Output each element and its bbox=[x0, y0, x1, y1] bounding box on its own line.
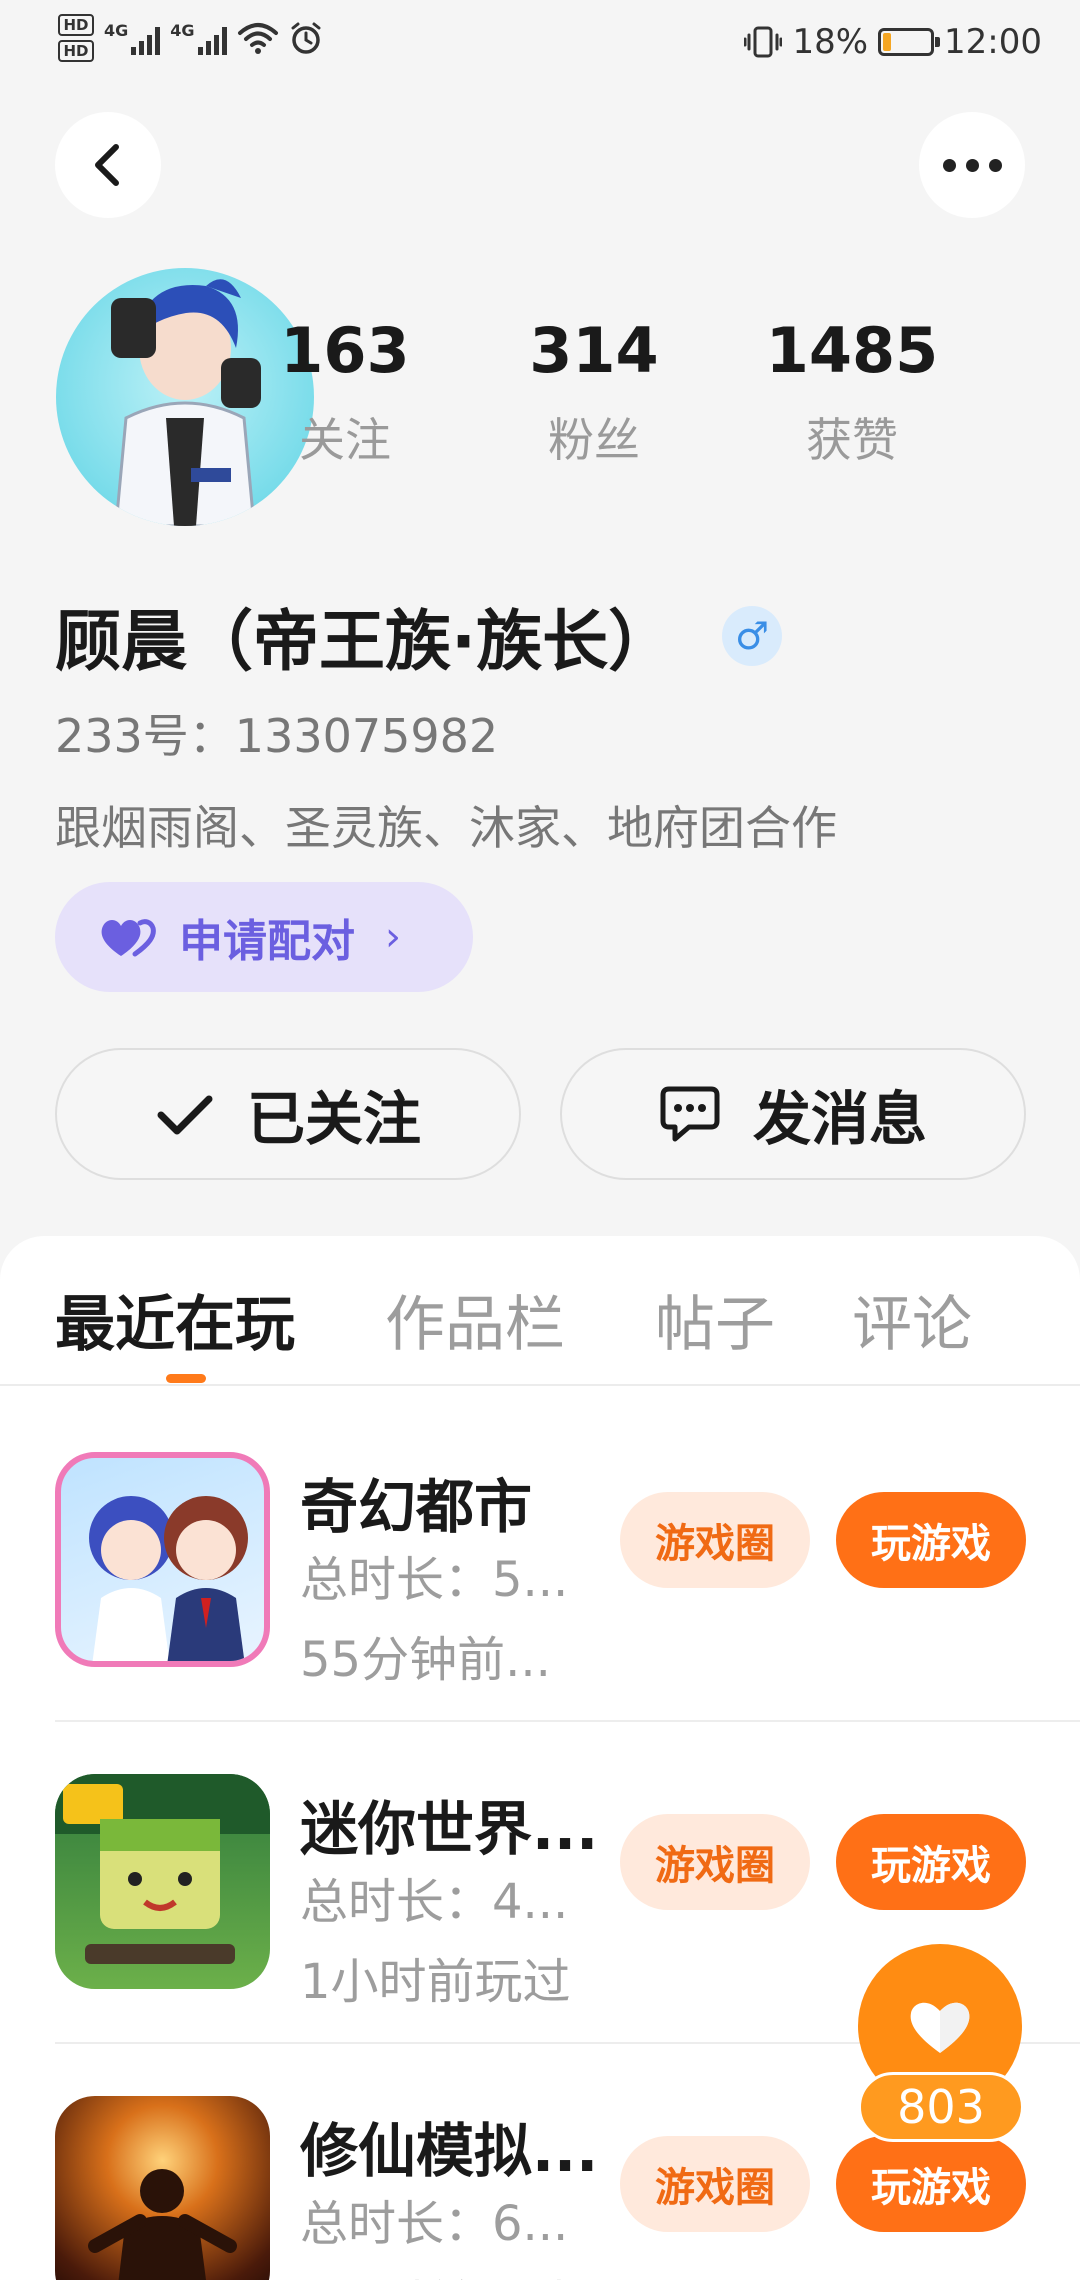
clock: 12:00 bbox=[944, 22, 1042, 62]
wifi-icon bbox=[237, 23, 278, 54]
status-right: 18% 12:00 bbox=[744, 22, 1042, 62]
profile-bio: 跟烟雨阁、圣灵族、沐家、地府团合作 bbox=[55, 801, 837, 855]
stat-likes[interactable]: 1485 获赞 bbox=[752, 320, 952, 470]
stat-likes-value: 1485 bbox=[765, 314, 939, 387]
floating-like-count: 803 bbox=[858, 2072, 1024, 2142]
heart-pair-icon bbox=[101, 919, 156, 957]
male-gender-icon: ♂ bbox=[722, 606, 783, 666]
chevron-left-icon bbox=[95, 144, 119, 186]
tab-divider bbox=[0, 1384, 1080, 1386]
stat-fans-value: 314 bbox=[529, 314, 659, 387]
hd-sim2: HD bbox=[58, 40, 94, 62]
play-game-button[interactable]: 玩游戏 bbox=[836, 1814, 1026, 1910]
tab-active-indicator bbox=[166, 1374, 206, 1383]
alarm-icon bbox=[291, 22, 321, 54]
game-row[interactable]: 奇幻都市 总时长：5... 55分钟前... 游戏圈 玩游戏 bbox=[0, 1422, 1080, 1744]
game-icon-mini-world[interactable] bbox=[55, 1774, 270, 1989]
status-bar: HD HD 4G 4G 18% 12:00 bbox=[0, 0, 1080, 92]
tab-works[interactable]: 作品栏 bbox=[385, 1276, 565, 1363]
apply-match-label: 申请配对 bbox=[179, 916, 355, 967]
signal-sim1-icon: 4G bbox=[104, 21, 161, 55]
stat-following[interactable]: 163 关注 bbox=[245, 320, 445, 470]
battery-level bbox=[883, 33, 892, 51]
vibrate-icon bbox=[744, 26, 783, 58]
game-title: 迷你世界... bbox=[300, 1795, 599, 1863]
chat-bubble-icon bbox=[660, 1086, 720, 1142]
followed-button[interactable]: 已关注 bbox=[55, 1048, 521, 1180]
sim1-network-label: 4G bbox=[104, 21, 129, 40]
name-row: 顾晨（帝王族·族长） ♂ bbox=[55, 588, 783, 684]
game-duration: 总时长：5... bbox=[300, 1552, 569, 1608]
back-button[interactable] bbox=[55, 112, 161, 218]
status-left: HD HD 4G 4G bbox=[58, 14, 323, 62]
play-game-button[interactable]: 玩游戏 bbox=[836, 1492, 1026, 1588]
stat-following-value: 163 bbox=[280, 314, 410, 387]
send-message-label: 发消息 bbox=[752, 1085, 927, 1153]
send-message-button[interactable]: 发消息 bbox=[560, 1048, 1026, 1180]
hd-indicators: HD HD bbox=[58, 14, 94, 62]
game-title: 修仙模拟... bbox=[300, 2117, 599, 2185]
more-dots-icon bbox=[942, 158, 1002, 172]
battery-icon bbox=[878, 28, 941, 56]
more-options-button[interactable] bbox=[919, 112, 1025, 218]
battery-percent: 18% bbox=[792, 22, 869, 62]
tab-posts[interactable]: 帖子 bbox=[655, 1276, 775, 1363]
apply-match-button[interactable]: 申请配对 › bbox=[55, 882, 473, 992]
game-icon-cultivation-sim[interactable] bbox=[55, 2096, 270, 2280]
stat-fans-label: 粉丝 bbox=[548, 413, 640, 467]
check-icon bbox=[157, 1095, 213, 1135]
tab-comments[interactable]: 评论 bbox=[852, 1276, 972, 1363]
followed-label: 已关注 bbox=[246, 1085, 421, 1153]
play-game-button[interactable]: 玩游戏 bbox=[836, 2136, 1026, 2232]
game-circle-button[interactable]: 游戏圈 bbox=[620, 1492, 810, 1588]
game-circle-button[interactable]: 游戏圈 bbox=[620, 1814, 810, 1910]
game-circle-button[interactable]: 游戏圈 bbox=[620, 2136, 810, 2232]
hd-sim1: HD bbox=[58, 14, 94, 36]
game-art-image bbox=[89, 1496, 248, 1661]
game-duration: 总时长：4... bbox=[300, 1874, 569, 1930]
chevron-right-icon: › bbox=[385, 914, 401, 960]
stat-likes-label: 获赞 bbox=[806, 413, 898, 467]
game-last-played: 1小时前玩过 bbox=[300, 1954, 571, 2010]
user-id[interactable]: 233号：133075982 bbox=[55, 700, 498, 766]
heart-icon bbox=[910, 2002, 970, 2053]
game-icon-fantasy-city[interactable] bbox=[55, 1452, 270, 1667]
game-art-image bbox=[55, 1774, 270, 1964]
game-last-played: 55分钟前... bbox=[300, 1632, 551, 1688]
stat-following-label: 关注 bbox=[299, 413, 391, 467]
row-divider bbox=[55, 1720, 1080, 1722]
game-art-image bbox=[88, 2169, 237, 2280]
sim2-network-label: 4G bbox=[170, 21, 195, 40]
stat-fans[interactable]: 314 粉丝 bbox=[494, 320, 694, 470]
game-title: 奇幻都市 bbox=[300, 1473, 533, 1541]
signal-sim2-icon: 4G bbox=[170, 21, 227, 55]
game-duration: 总时长：6... bbox=[300, 2196, 569, 2252]
profile-tabs: 最近在玩 作品栏 帖子 评论 bbox=[0, 1276, 1080, 1366]
game-last-played: 2小时前玩过 bbox=[300, 2264, 571, 2280]
tab-recent-playing[interactable]: 最近在玩 bbox=[55, 1276, 295, 1363]
profile-name: 顾晨（帝王族·族长） bbox=[55, 603, 675, 680]
